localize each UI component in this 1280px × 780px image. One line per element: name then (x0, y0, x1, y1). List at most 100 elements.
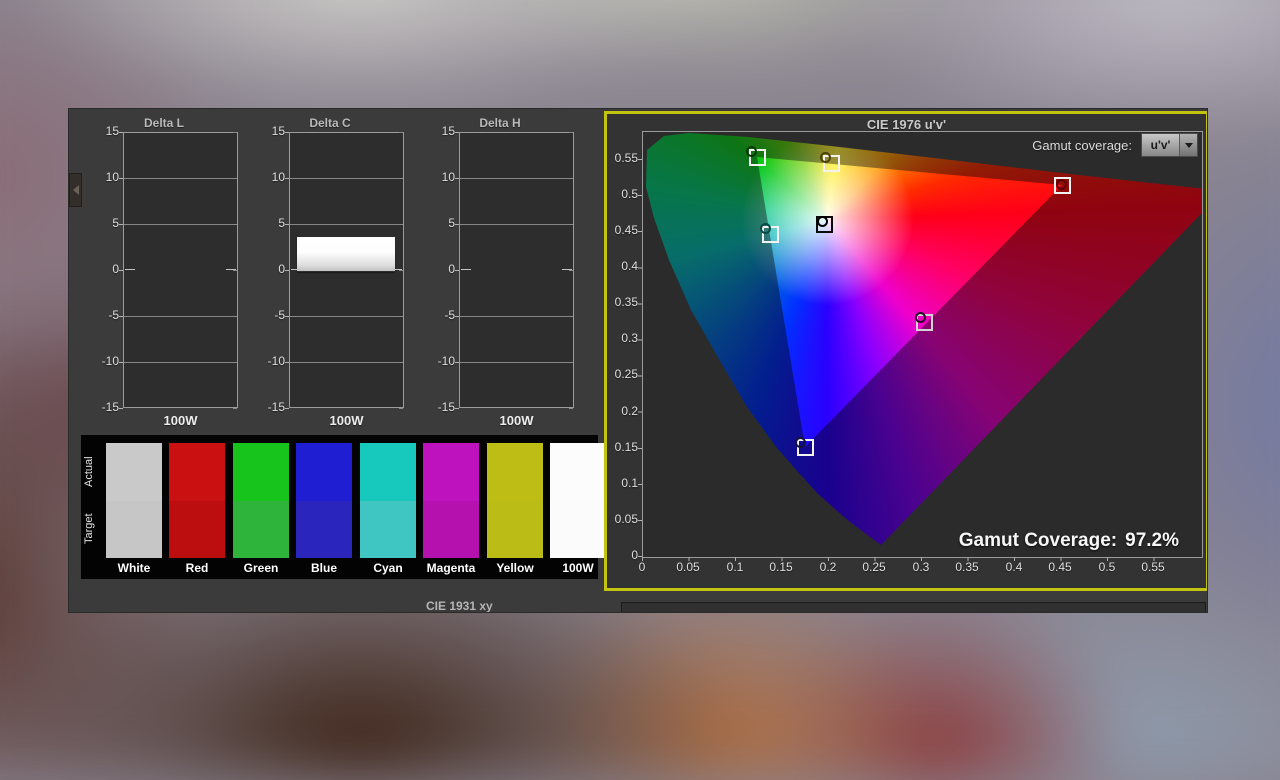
y-axis-right-ticks (569, 132, 573, 409)
marker-magenta-circle (915, 312, 926, 323)
x-axis-label: 100W (123, 413, 238, 428)
swatch-label: Blue (288, 561, 360, 575)
y-tick-label: 0.3 (607, 331, 638, 345)
swatch-actual (233, 443, 289, 501)
marker-yellow-circle (820, 152, 831, 163)
y-tick-label: 0.5 (607, 187, 638, 201)
x-tick-label: 0.1 (715, 560, 755, 574)
x-tick-label: 0 (622, 560, 662, 574)
y-tick-label: 15 (89, 124, 119, 138)
marker-blue-circle (795, 437, 806, 448)
y-tick-label: 0.25 (607, 367, 638, 381)
swatch-target (296, 501, 352, 559)
swatch-target (169, 501, 225, 559)
zero-line-dash (392, 269, 402, 270)
swatch-cyan: Cyan (360, 443, 416, 575)
collapse-left-arrow-icon (73, 185, 79, 195)
y-tick-label: 15 (255, 124, 285, 138)
zero-line-dash (125, 269, 135, 270)
y-tick-label: -15 (255, 400, 285, 414)
swatch-blue: Blue (296, 443, 352, 575)
marker-red-circle (1056, 179, 1067, 190)
swatch-target (233, 501, 289, 559)
swatch-label: Cyan (352, 561, 424, 575)
zero-line-dash (562, 269, 572, 270)
y-tick-label: 5 (425, 216, 455, 230)
swatch-actual (423, 443, 479, 501)
swatch-actual (550, 443, 606, 501)
calibration-app-window: Delta L 15 10 5 0 -5 -10 -15 100W Delta … (68, 108, 1208, 613)
cie-plot-area (642, 131, 1203, 558)
zero-line-dash (291, 269, 301, 270)
y-tick-label: -5 (89, 308, 119, 322)
y-tick-label: -15 (425, 400, 455, 414)
delta-l-chart[interactable]: Delta L 15 10 5 0 -5 -10 -15 100W (89, 114, 239, 429)
swatch-label: Magenta (415, 561, 487, 575)
swatch-green: Green (233, 443, 289, 575)
swatch-actual (487, 443, 543, 501)
cie-1976-panel[interactable]: CIE 1976 u'v' 0 0.05 0.1 0.15 0.2 0.25 0… (604, 111, 1208, 591)
cie-chart-title: CIE 1976 u'v' (607, 117, 1206, 132)
x-tick-label: 0.05 (668, 560, 708, 574)
y-axis-right-ticks (399, 132, 403, 409)
gamut-coverage-value: 97.2% (1125, 530, 1179, 551)
gamut-coverage-dropdown[interactable]: u'v' (1141, 133, 1198, 157)
dropdown-arrow-icon (1179, 134, 1197, 156)
y-tick-label: 10 (255, 170, 285, 184)
x-tick-label: 0.4 (994, 560, 1034, 574)
color-swatch-panel: Actual Target White Red Green Blue Cyan … (81, 435, 598, 579)
y-tick-label: 10 (425, 170, 455, 184)
y-tick-label: 0.2 (607, 404, 638, 418)
y-tick-label: 15 (425, 124, 455, 138)
y-tick-label: 0 (255, 262, 285, 276)
y-tick-label: 0.15 (607, 440, 638, 454)
x-tick-label: 0.25 (854, 560, 894, 574)
swatch-label: Red (161, 561, 233, 575)
swatch-label: Green (225, 561, 297, 575)
y-tick-label: 5 (255, 216, 285, 230)
target-row-label: Target (82, 500, 96, 558)
swatch-actual (360, 443, 416, 501)
cie-1931-section-title: CIE 1931 xy (426, 599, 493, 613)
x-axis-label: 100W (459, 413, 574, 428)
dropdown-selected-value: u'v' (1142, 134, 1179, 156)
x-tick-label: 0.35 (947, 560, 987, 574)
plot-area (459, 132, 574, 408)
y-tick-label: -10 (255, 354, 285, 368)
x-axis-label: 100W (289, 413, 404, 428)
y-tick-label: 0.05 (607, 512, 638, 526)
x-tick-label: 0.5 (1087, 560, 1127, 574)
x-tick-label: 0.55 (1133, 560, 1173, 574)
delta-c-chart[interactable]: Delta C 15 10 5 0 -5 -10 -15 100W (255, 114, 405, 429)
swatch-red: Red (169, 443, 225, 575)
y-tick-label: 0.45 (607, 223, 638, 237)
zero-line-dash (461, 269, 471, 270)
swatch-label: White (98, 561, 170, 575)
swatch-actual (296, 443, 352, 501)
y-axis-right-ticks (233, 132, 237, 409)
marker-green-circle (746, 146, 757, 157)
swatch-magenta: Magenta (423, 443, 479, 575)
sidebar-collapse-handle[interactable] (69, 173, 82, 207)
y-tick-label: 0 (425, 262, 455, 276)
y-tick-label: 0.4 (607, 259, 638, 273)
y-tick-label: -15 (89, 400, 119, 414)
swatch-actual (169, 443, 225, 501)
swatch-target (550, 501, 606, 559)
y-tick-label: 5 (89, 216, 119, 230)
delta-h-chart[interactable]: Delta H 15 10 5 0 -5 -10 -15 100W (425, 114, 575, 429)
zero-line-dash (226, 269, 236, 270)
swatch-actual (106, 443, 162, 501)
plot-area (289, 132, 404, 408)
y-tick-label: 0.35 (607, 295, 638, 309)
actual-row-label: Actual (82, 443, 96, 500)
marker-cyan-circle (760, 223, 771, 234)
y-tick-label: 0.1 (607, 476, 638, 490)
x-tick-label: 0.45 (1040, 560, 1080, 574)
swatch-100w: 100W (550, 443, 606, 575)
y-tick-label: 0.55 (607, 151, 638, 165)
swatch-target (487, 501, 543, 559)
gamut-coverage-dropdown-label: Gamut coverage: (1032, 138, 1132, 153)
y-tick-label: -10 (89, 354, 119, 368)
marker-white-circle (817, 216, 828, 227)
